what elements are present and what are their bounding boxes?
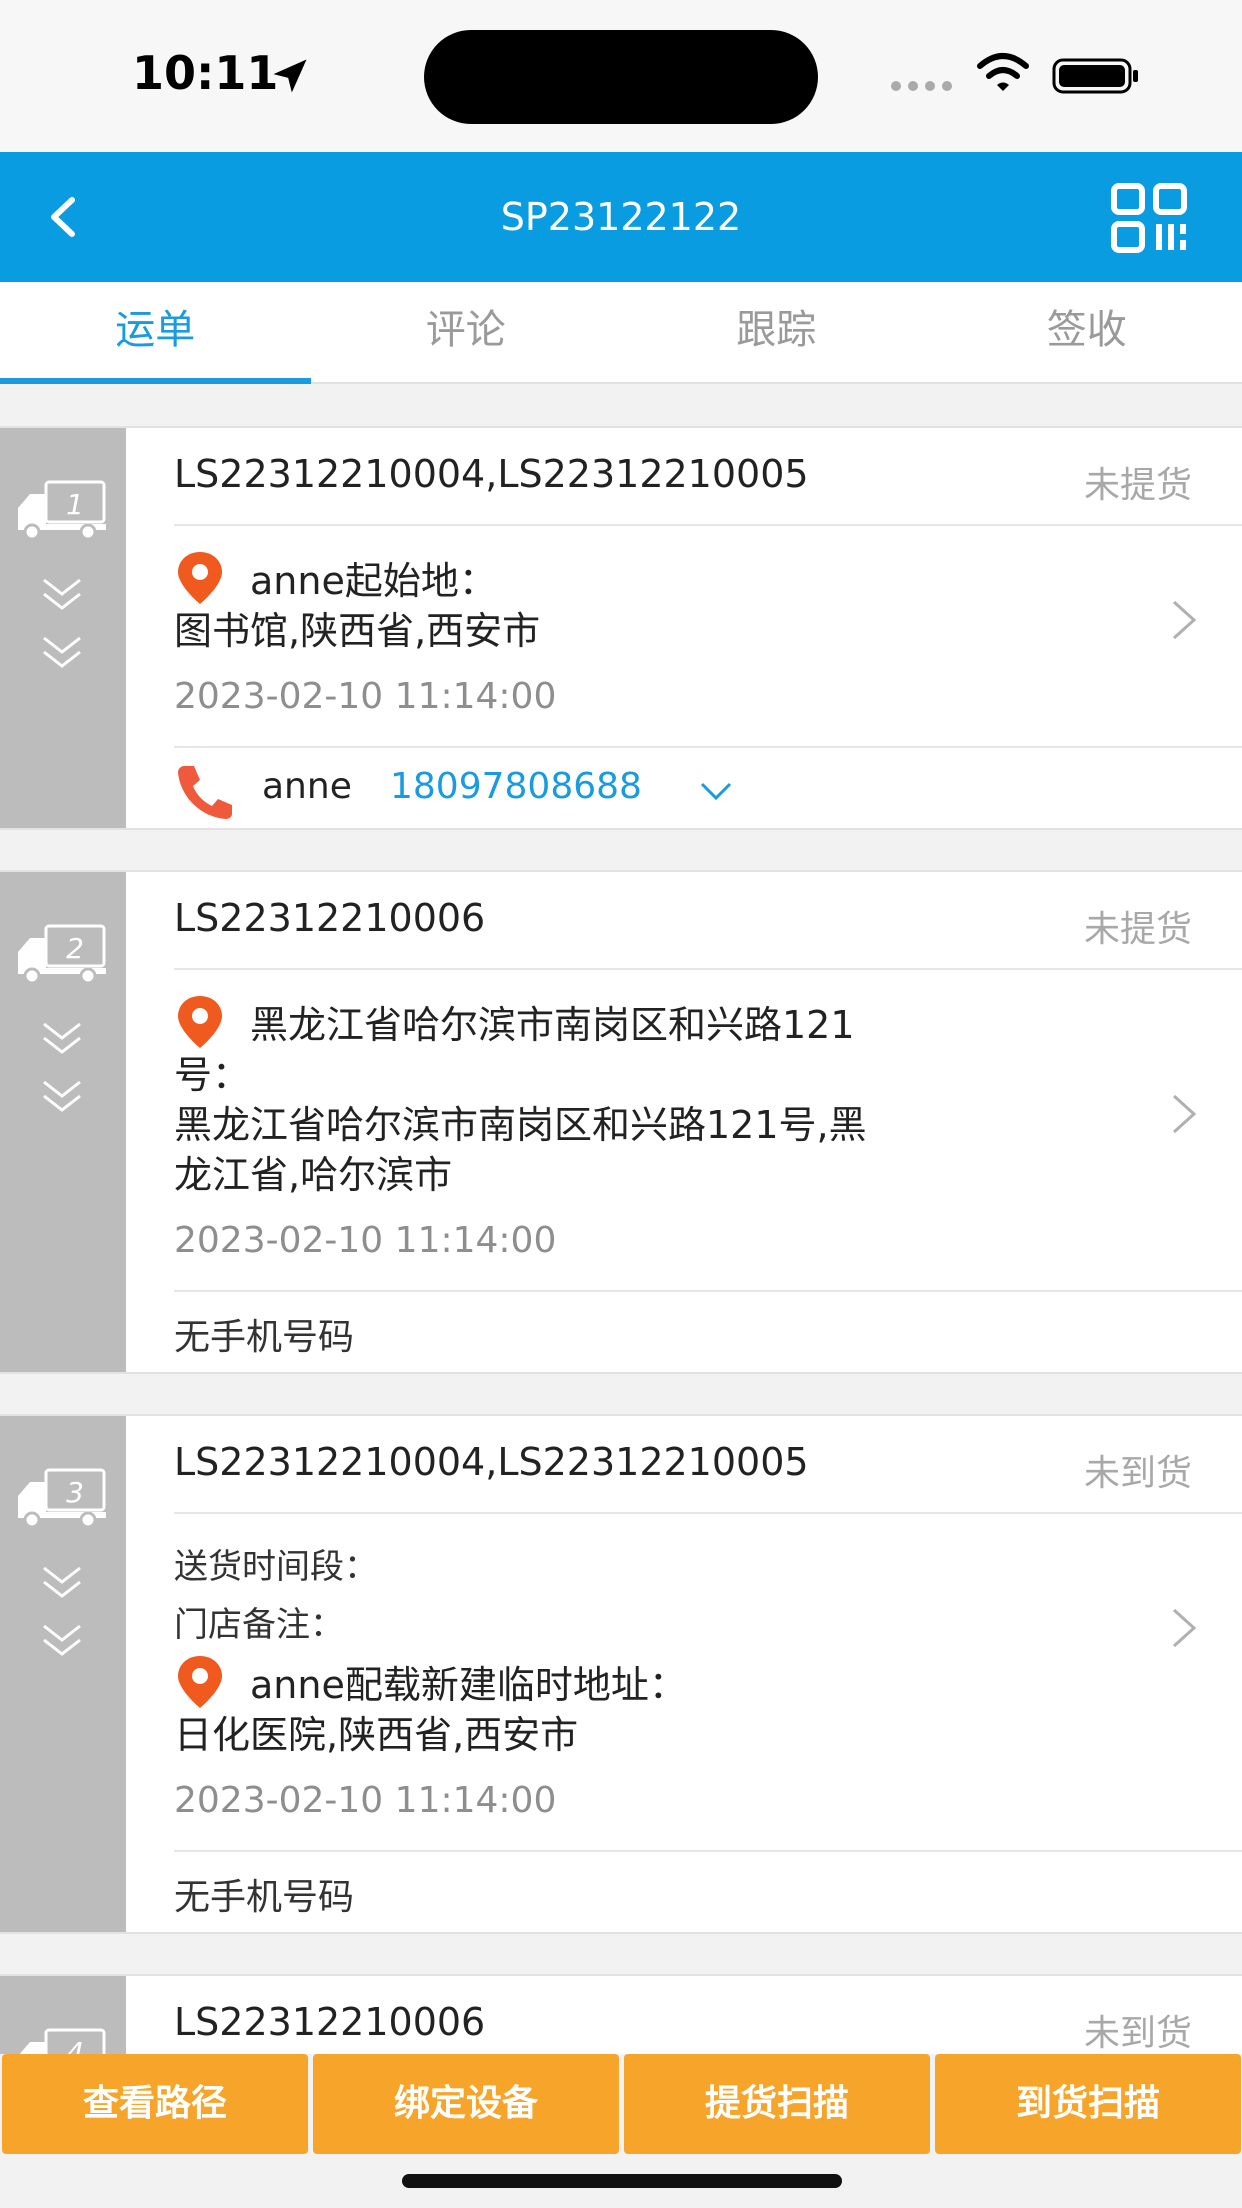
card-header: LS22312210006 未到货 [174, 1976, 1242, 2066]
card-side-strip: 4 [0, 1976, 126, 2066]
order-number: LS22312210006 [174, 2000, 486, 2044]
card-contact: 无手机号码 [174, 1852, 1242, 1932]
view-route-button[interactable]: 查看路径 [2, 2054, 308, 2154]
bind-device-button[interactable]: 绑定设备 [313, 2054, 619, 2154]
address-title: 黑龙江省哈尔滨市南岗区和兴路121 [250, 1003, 855, 1047]
no-phone-text: 无手机号码 [174, 1877, 355, 1918]
truck-icon: 3 [18, 1468, 106, 1529]
card-side-strip: 2 [0, 872, 126, 1372]
waybill-card[interactable]: 2 LS22312210006 未提货 黑龙江省哈尔滨市南岗区和兴路121 号：… [0, 870, 1242, 1374]
address-detail: 图书馆,陕西省,西安市 [174, 609, 541, 653]
chevron-down-icon [43, 1022, 81, 1054]
card-address-section[interactable]: anne起始地： 图书馆,陕西省,西安市 2023-02-10 11:14:00 [174, 526, 1242, 748]
card-side-strip: 1 [0, 428, 126, 828]
waybill-list[interactable]: 1 LS22312210004,LS22312210005 未提货 anne起始… [0, 426, 1242, 2066]
waybill-card[interactable]: 1 LS22312210004,LS22312210005 未提货 anne起始… [0, 426, 1242, 830]
chevron-right-icon[interactable] [1166, 1090, 1202, 1138]
waybill-card[interactable]: 4 LS22312210006 未到货 [0, 1974, 1242, 2066]
address-detail: 日化医院,陕西省,西安市 [174, 1713, 579, 1757]
chevron-right-icon[interactable] [1166, 596, 1202, 644]
truck-icon: 1 [18, 480, 106, 541]
status-badge: 未提货 [1083, 909, 1192, 950]
location-pin-icon [178, 552, 222, 604]
status-time: 10:11 [132, 46, 279, 100]
order-number: LS22312210004,LS22312210005 [174, 1440, 809, 1484]
tab-bar: 运单 评论 跟踪 签收 [0, 282, 1242, 384]
location-pin-icon [178, 1656, 222, 1708]
location-pin-icon [178, 996, 222, 1048]
card-side-strip: 3 [0, 1416, 126, 1932]
no-phone-text: 无手机号码 [174, 1317, 355, 1358]
status-badge: 未到货 [1083, 1453, 1192, 1494]
card-header: LS22312210004,LS22312210005 未提货 [174, 428, 1242, 526]
chevron-down-icon [43, 636, 81, 668]
status-badge: 未到货 [1083, 2013, 1192, 2054]
back-chevron-icon[interactable] [40, 192, 90, 242]
store-note: 门店备注： [174, 1605, 344, 1645]
tab-tracking[interactable]: 跟踪 [621, 282, 932, 382]
contact-phone-link[interactable]: 18097808688 [390, 766, 642, 807]
truck-index: 2 [66, 932, 84, 965]
truck-index: 1 [66, 488, 84, 521]
card-header: LS22312210004,LS22312210005 未到货 [174, 1416, 1242, 1514]
contact-name: anne [262, 766, 352, 807]
phone-icon[interactable] [174, 762, 234, 820]
status-bar: 10:11 [0, 0, 1242, 152]
card-time: 2023-02-10 11:14:00 [174, 1220, 557, 1261]
order-number: LS22312210006 [174, 896, 486, 940]
card-address-section[interactable]: 黑龙江省哈尔滨市南岗区和兴路121 号： 黑龙江省哈尔滨市南岗区和兴路121号,… [174, 970, 1242, 1292]
card-header: LS22312210006 未提货 [174, 872, 1242, 970]
card-address-section[interactable]: 送货时间段： 门店备注： anne配载新建临时地址： 日化医院,陕西省,西安市 … [174, 1514, 1242, 1852]
order-number: LS22312210004,LS22312210005 [174, 452, 809, 496]
chevron-down-icon [43, 578, 81, 610]
signal-icon [891, 81, 952, 91]
dynamic-island [424, 30, 818, 124]
truck-index: 3 [66, 1476, 84, 1509]
arrival-scan-button[interactable]: 到货扫描 [935, 2054, 1241, 2154]
chevron-down-icon [43, 1566, 81, 1598]
wifi-icon [977, 53, 1029, 91]
home-indicator[interactable] [402, 2174, 842, 2188]
tab-waybill[interactable]: 运单 [0, 282, 311, 384]
waybill-card[interactable]: 3 LS22312210004,LS22312210005 未到货 送货时间段：… [0, 1414, 1242, 1934]
page-title: SP23122122 [500, 195, 742, 239]
tab-signoff[interactable]: 签收 [932, 282, 1242, 382]
battery-icon [1052, 58, 1138, 94]
chevron-down-icon [43, 1624, 81, 1656]
chevron-down-icon [43, 1080, 81, 1112]
truck-icon: 2 [18, 924, 106, 985]
qr-code-icon[interactable] [1110, 182, 1196, 254]
tab-comments[interactable]: 评论 [311, 282, 622, 382]
delivery-period: 送货时间段： [174, 1547, 378, 1587]
card-time: 2023-02-10 11:14:00 [174, 1780, 557, 1821]
address-title: anne起始地： [250, 559, 497, 603]
location-arrow-icon [273, 59, 307, 93]
pickup-scan-button[interactable]: 提货扫描 [624, 2054, 930, 2154]
nav-bar: SP23122122 [0, 152, 1242, 282]
address-detail-continued: 龙江省,哈尔滨市 [174, 1153, 453, 1197]
card-contact: anne 18097808688 [174, 748, 1242, 828]
address-detail: 黑龙江省哈尔滨市南岗区和兴路121号,黑 [174, 1103, 867, 1147]
card-time: 2023-02-10 11:14:00 [174, 676, 557, 717]
address-title: anne配载新建临时地址： [250, 1663, 687, 1707]
chevron-right-icon[interactable] [1166, 1604, 1202, 1652]
status-badge: 未提货 [1083, 465, 1192, 506]
chevron-down-icon[interactable] [696, 776, 736, 808]
card-contact: 无手机号码 [174, 1292, 1242, 1372]
address-title-continued: 号： [174, 1053, 251, 1097]
